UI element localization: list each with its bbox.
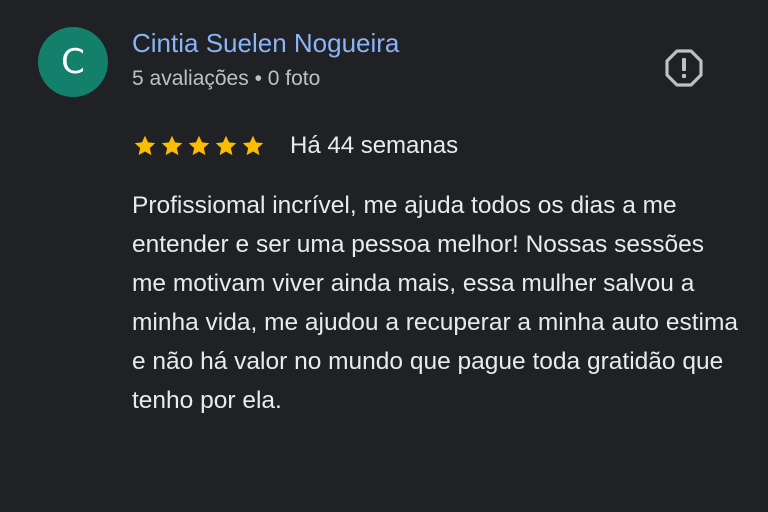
review-time: Há 44 semanas — [290, 132, 459, 159]
reviewer-meta: 5 avaliações • 0 foto — [132, 67, 321, 90]
star-icon — [134, 135, 156, 156]
report-button[interactable] — [664, 48, 704, 88]
reviewer-name[interactable]: Cintia Suelen Nogueira — [132, 28, 399, 59]
star-icon — [161, 135, 183, 156]
review-text: Profissiomal incrível, me ajuda todos os… — [132, 192, 739, 414]
review-card: C Cintia Suelen Nogueira 5 avaliações • … — [0, 0, 768, 512]
rating-row: Há 44 semanas — [133, 128, 458, 164]
star-icon — [188, 135, 210, 156]
avatar[interactable]: C — [38, 27, 108, 97]
star-rating — [133, 134, 265, 158]
avatar-letter: C — [61, 42, 85, 82]
report-flag-icon — [665, 49, 703, 87]
star-icon — [215, 135, 237, 156]
star-icon — [242, 135, 264, 156]
